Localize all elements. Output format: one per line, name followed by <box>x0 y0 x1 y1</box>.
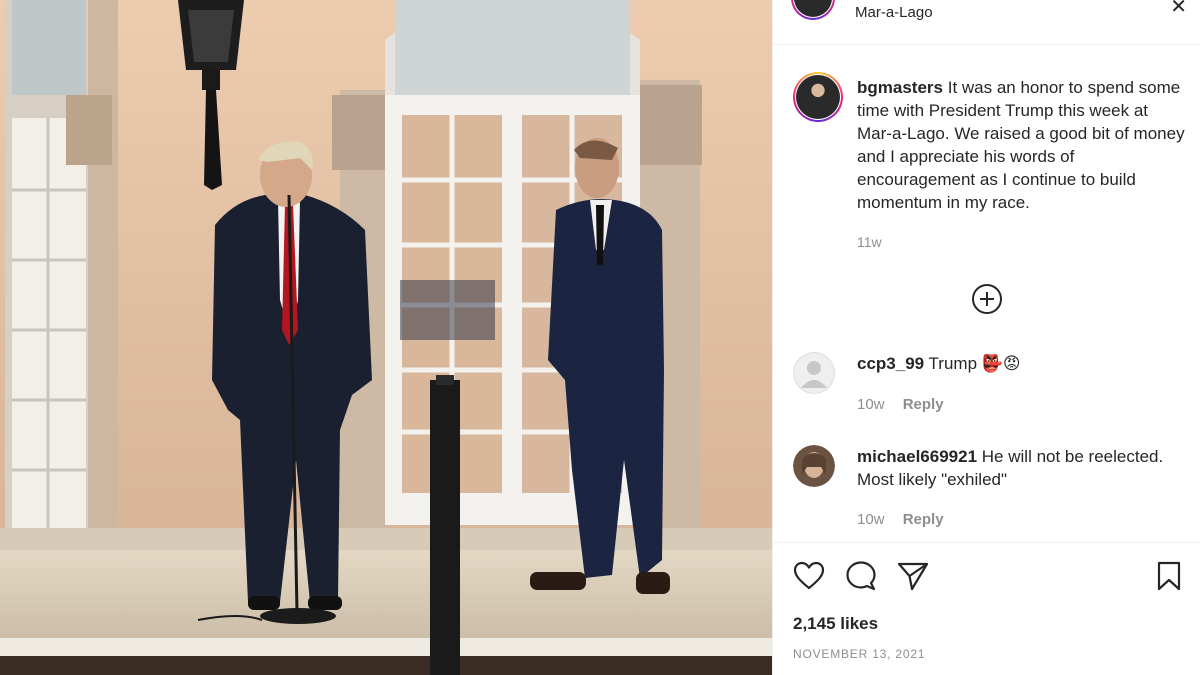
comment-meta: 10w Reply <box>857 396 944 413</box>
commenter-avatar[interactable] <box>793 352 835 394</box>
caption-timestamp[interactable]: 11w <box>857 234 882 250</box>
comment-text: ccp3_99 Trump 👺😡 <box>857 352 1187 375</box>
caption-body: It was an honor to spend some time with … <box>857 78 1185 212</box>
comment-timestamp[interactable]: 10w <box>857 511 885 528</box>
comment-text: michael669921 He will not be reelected. … <box>857 445 1187 491</box>
caption-avatar[interactable] <box>793 72 843 122</box>
heart-icon[interactable] <box>793 561 825 596</box>
post-date[interactable]: NOVEMBER 13, 2021 <box>793 647 925 661</box>
commenter-avatar[interactable] <box>793 445 835 487</box>
comment-timestamp[interactable]: 10w <box>857 396 885 413</box>
author-avatar[interactable] <box>791 0 835 20</box>
post-photo[interactable] <box>0 0 772 675</box>
close-icon[interactable]: ✕ <box>1170 0 1187 19</box>
bookmark-icon[interactable] <box>1155 561 1183 596</box>
paper-plane-icon[interactable] <box>897 561 929 596</box>
comment-body: Trump 👺😡 <box>928 354 1021 373</box>
caption-text: bgmasters It was an honor to spend some … <box>857 76 1187 214</box>
location-link[interactable]: Mar-a-Lago <box>855 4 933 21</box>
likes-count[interactable]: 2,145 likes <box>793 614 878 634</box>
post-details-panel: Mar-a-Lago ✕ bgmasters It was an honor t… <box>772 0 1200 675</box>
post-photo-scene <box>0 0 772 675</box>
post-header: Mar-a-Lago ✕ <box>773 0 1200 45</box>
comment-username[interactable]: ccp3_99 <box>857 354 924 373</box>
reply-button[interactable]: Reply <box>903 396 944 413</box>
action-bar: 2,145 likes NOVEMBER 13, 2021 <box>773 542 1200 675</box>
comment-username[interactable]: michael669921 <box>857 447 977 466</box>
plus-circle-icon[interactable] <box>972 284 1002 314</box>
comment-meta: 10w Reply <box>857 511 944 528</box>
reply-button[interactable]: Reply <box>903 511 944 528</box>
caption-username[interactable]: bgmasters <box>857 78 943 97</box>
comment-icon[interactable] <box>845 561 877 596</box>
